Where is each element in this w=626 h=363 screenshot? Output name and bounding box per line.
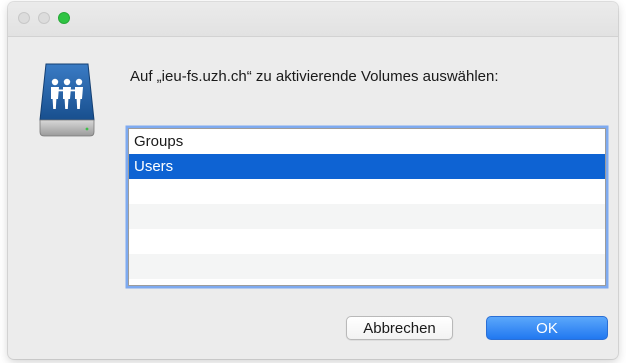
- close-window-button[interactable]: [18, 12, 30, 24]
- volume-item-empty: [129, 254, 605, 279]
- volume-item-empty: [129, 204, 605, 229]
- volume-item-empty: [129, 179, 605, 204]
- minimize-window-button[interactable]: [38, 12, 50, 24]
- ok-button[interactable]: OK: [486, 316, 608, 340]
- volume-item-groups[interactable]: Groups: [129, 129, 605, 154]
- shared-server-icon: [39, 63, 95, 137]
- dialog-prompt: Auf „ieu-fs.uzh.ch“ zu aktivierende Volu…: [130, 68, 499, 85]
- title-bar: [8, 2, 618, 37]
- volume-item-empty: [129, 229, 605, 254]
- volume-list[interactable]: Groups Users: [128, 128, 606, 286]
- volume-item-users[interactable]: Users: [129, 154, 605, 179]
- zoom-window-button[interactable]: [58, 12, 70, 24]
- cancel-button[interactable]: Abbrechen: [346, 316, 453, 340]
- mount-volumes-dialog: Auf „ieu-fs.uzh.ch“ zu aktivierende Volu…: [8, 2, 618, 359]
